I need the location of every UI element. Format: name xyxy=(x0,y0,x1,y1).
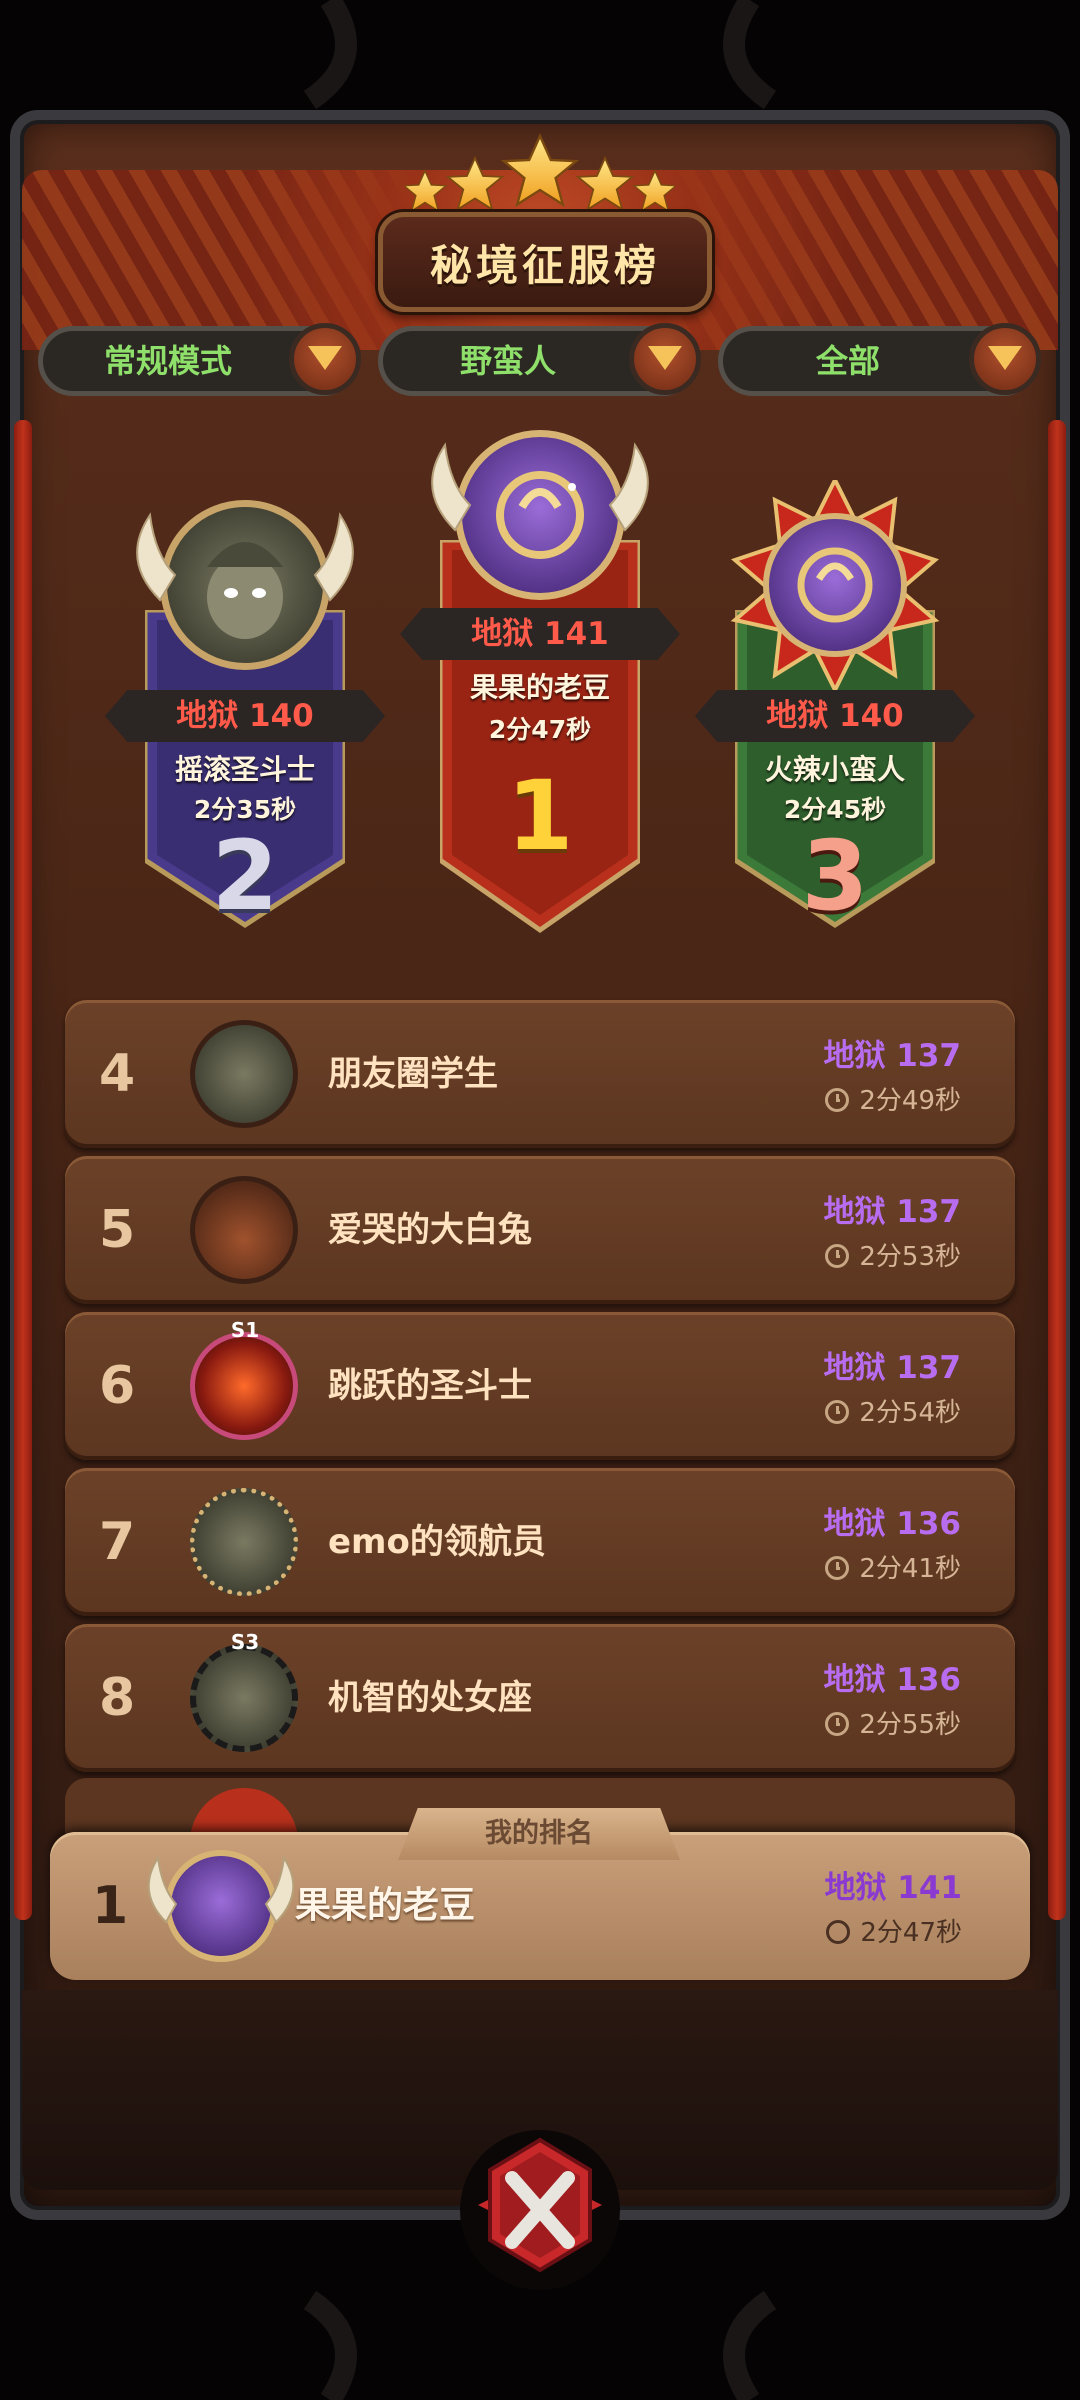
row-time-text: 2分41秒 xyxy=(859,1554,961,1584)
podium-second-name: 摇滚圣斗士 xyxy=(174,753,315,786)
season-badge: S1 xyxy=(230,1318,260,1342)
clock-icon xyxy=(825,1400,850,1424)
ranking-row-6[interactable]: 6 S1 跳跃的圣斗士 地狱 137 2分54秒 xyxy=(65,1312,1015,1460)
five-stars-icon xyxy=(405,133,675,210)
row-player-name: emo的领航员 xyxy=(328,1522,546,1562)
my-rank-time: 2分47秒 xyxy=(826,1912,962,1949)
row-rank: 6 xyxy=(99,1356,136,1416)
row-rank: 8 xyxy=(99,1668,136,1728)
row-player-name: 朋友圈学生 xyxy=(328,1054,498,1094)
player-avatar xyxy=(190,1176,298,1284)
wings-icon xyxy=(136,512,354,602)
podium-third-name: 火辣小蛮人 xyxy=(764,753,905,786)
row-time-text: 2分54秒 xyxy=(859,1398,961,1428)
chevron-down-icon[interactable] xyxy=(289,323,361,395)
podium-first-name: 果果的老豆 xyxy=(469,671,610,704)
player-avatar xyxy=(190,1020,298,1128)
ranking-row-7[interactable]: 7 emo的领航员 地狱 136 2分41秒 xyxy=(65,1468,1015,1616)
right-rail xyxy=(1048,420,1066,1920)
row-player-name: 机智的处女座 xyxy=(328,1678,532,1718)
podium-third[interactable]: 地狱 140 火辣小蛮人 2分45秒 3 xyxy=(695,480,975,940)
mode-filter-dropdown[interactable]: 常规模式 xyxy=(38,323,361,396)
podium-second-rank: 2 xyxy=(211,820,279,932)
mode-filter-label: 常规模式 xyxy=(103,342,232,380)
my-rank-time-text: 2分47秒 xyxy=(860,1918,962,1948)
row-time-text: 2分49秒 xyxy=(859,1086,961,1116)
podium-first[interactable]: 地狱 141 果果的老豆 2分47秒 1 xyxy=(400,410,680,934)
podium-third-rank: 3 xyxy=(801,820,869,932)
row-time-text: 2分55秒 xyxy=(859,1710,961,1740)
player-avatar xyxy=(190,1788,298,1838)
row-level: 地狱 137 xyxy=(823,1194,961,1230)
row-level: 地狱 136 xyxy=(823,1662,961,1698)
clock-icon xyxy=(825,1244,850,1268)
ranking-row-4[interactable]: 4 朋友圈学生 地狱 137 2分49秒 xyxy=(65,1000,1015,1148)
class-filter-dropdown[interactable]: 野蛮人 xyxy=(378,323,701,396)
scope-filter-label: 全部 xyxy=(815,342,880,380)
scope-filter-dropdown[interactable]: 全部 xyxy=(718,323,1041,396)
ranking-row-5[interactable]: 5 爱哭的大白兔 地狱 137 2分53秒 xyxy=(65,1156,1015,1304)
podium-second[interactable]: 地狱 140 摇滚圣斗士 2分35秒 2 xyxy=(105,480,385,940)
close-button[interactable] xyxy=(460,2130,620,2290)
row-time: 2分49秒 xyxy=(825,1080,961,1117)
row-level: 地狱 137 xyxy=(823,1350,961,1386)
row-player-name: 爱哭的大白兔 xyxy=(328,1210,532,1250)
close-icon xyxy=(478,2137,602,2273)
podium-first-time: 2分47秒 xyxy=(488,715,592,744)
player-avatar xyxy=(190,1332,298,1440)
chevron-down-icon[interactable] xyxy=(969,323,1041,395)
row-time: 2分55秒 xyxy=(825,1704,961,1741)
page-title: 秘境征服榜 xyxy=(378,212,712,312)
row-time-text: 2分53秒 xyxy=(859,1242,961,1272)
row-time: 2分41秒 xyxy=(825,1548,961,1585)
left-rail xyxy=(14,420,32,1920)
my-rank-number: 1 xyxy=(92,1876,129,1936)
row-rank: 5 xyxy=(99,1200,136,1260)
podium-second-level: 地狱 140 xyxy=(105,690,385,742)
row-rank: 4 xyxy=(99,1044,136,1104)
podium-first-rank: 1 xyxy=(506,760,574,872)
row-level: 地狱 136 xyxy=(823,1506,961,1542)
podium-third-level: 地狱 140 xyxy=(695,690,975,742)
player-avatar xyxy=(190,1644,298,1752)
row-level: 地狱 137 xyxy=(823,1038,961,1074)
player-avatar xyxy=(763,513,907,657)
row-time: 2分54秒 xyxy=(825,1392,961,1429)
podium-first-level: 地狱 141 xyxy=(400,608,680,660)
ranking-row-8[interactable]: 8 S3 机智的处女座 地狱 136 2分55秒 xyxy=(65,1624,1015,1772)
chevron-down-icon[interactable] xyxy=(629,323,701,395)
page-title-text: 秘境征服榜 xyxy=(429,240,660,290)
class-filter-label: 野蛮人 xyxy=(459,342,556,380)
my-rank-tab: 我的排名 xyxy=(398,1808,680,1860)
clock-icon xyxy=(825,1088,850,1112)
my-rank-level: 地狱 141 xyxy=(824,1870,962,1906)
wings-icon xyxy=(147,1855,295,1924)
season-badge: S3 xyxy=(230,1630,260,1654)
clock-icon xyxy=(825,1556,850,1580)
clock-icon xyxy=(825,1712,850,1736)
wings-icon xyxy=(431,442,649,532)
clock-icon xyxy=(826,1920,851,1944)
row-time: 2分53秒 xyxy=(825,1236,961,1273)
player-avatar xyxy=(190,1488,298,1596)
row-player-name: 跳跃的圣斗士 xyxy=(328,1366,532,1406)
row-rank: 7 xyxy=(99,1512,136,1572)
